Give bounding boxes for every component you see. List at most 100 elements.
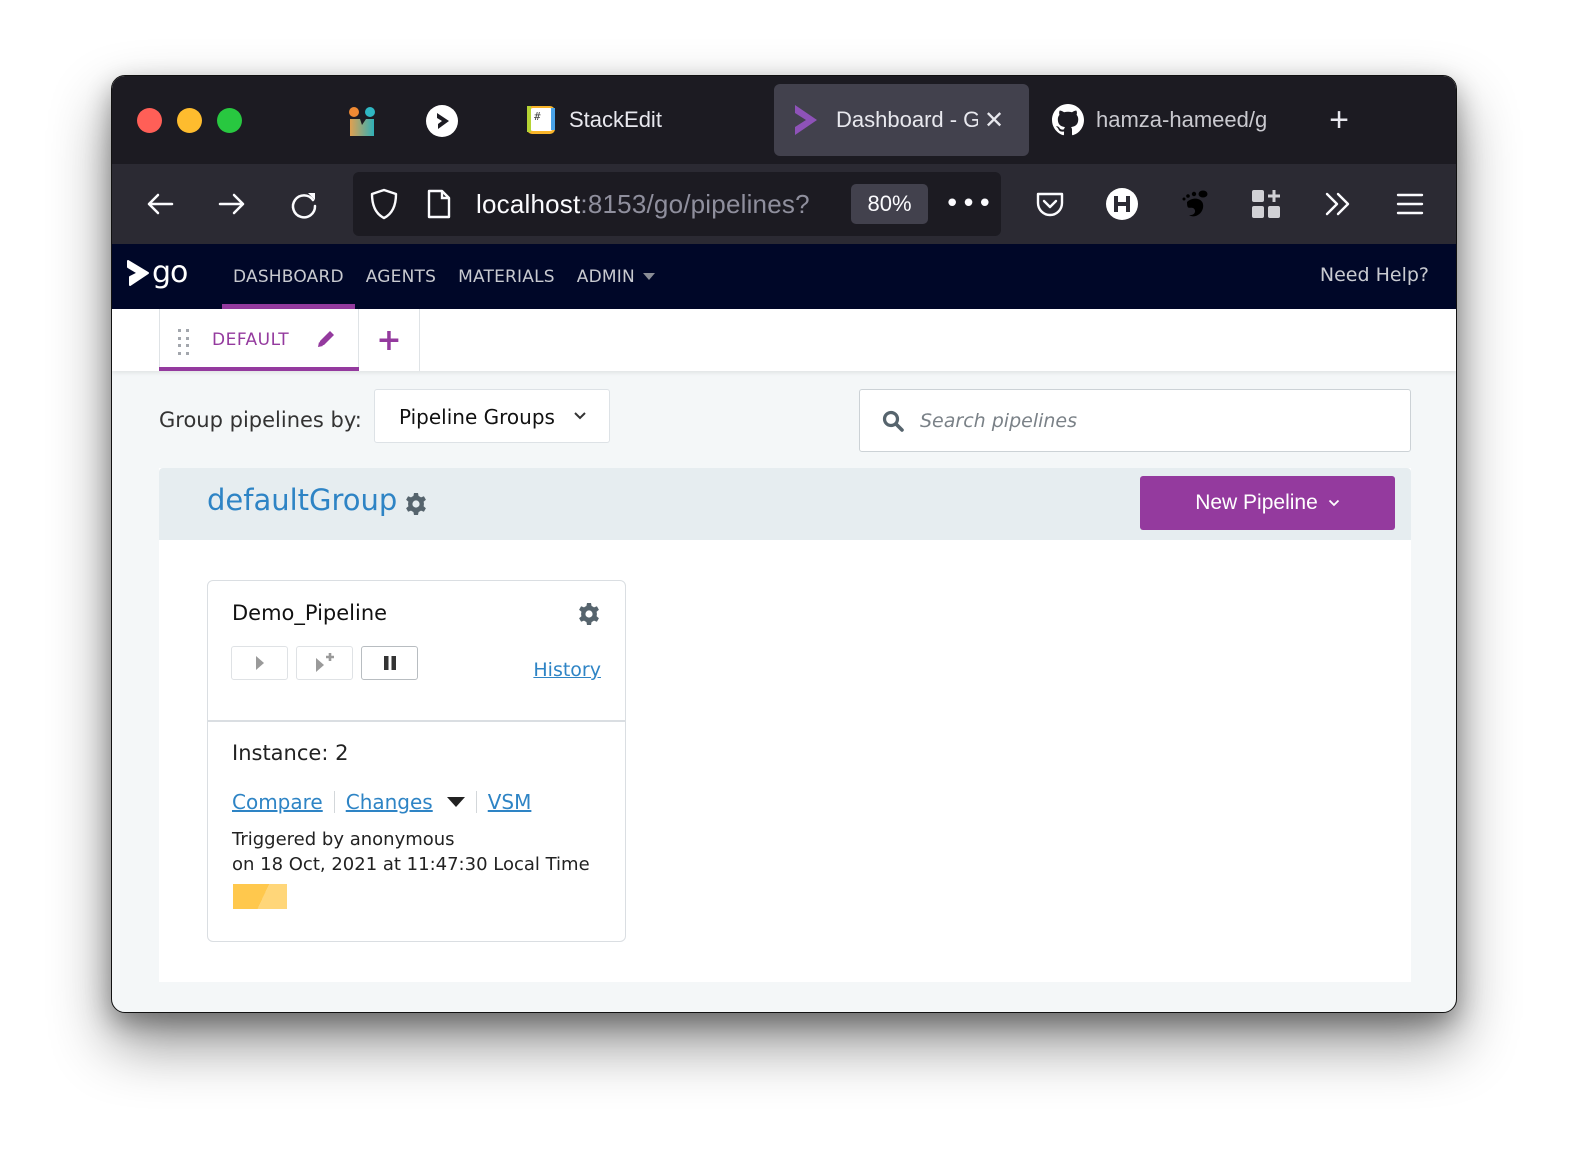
instance-label: Instance: 2 — [232, 741, 349, 765]
nav-label: DASHBOARD — [233, 266, 344, 287]
tab-label: Dashboard - G — [836, 107, 978, 132]
maximize-window-button[interactable] — [217, 108, 242, 133]
tab-label: StackEdit — [569, 107, 662, 132]
need-help-link[interactable]: Need Help? — [1320, 264, 1429, 286]
gear-icon[interactable] — [577, 602, 601, 626]
reload-button[interactable] — [286, 186, 322, 222]
honey-h-icon — [1106, 188, 1138, 220]
caret-down-icon — [642, 273, 655, 280]
zoom-level-badge[interactable]: 80% — [851, 184, 928, 224]
add-tab-button[interactable]: + — [359, 309, 420, 371]
main-nav: DASHBOARD AGENTS MATERIALS ADMIN — [222, 244, 666, 309]
gocd-logo[interactable]: go — [126, 258, 188, 288]
chevron-down-icon — [574, 412, 586, 420]
pipeline-card-header: Demo_Pipeline History — [208, 581, 625, 722]
trigger-with-options-button[interactable] — [296, 646, 353, 680]
triggered-on: on 18 Oct, 2021 at 11:47:30 Local Time — [232, 854, 590, 875]
gnome-foot-icon — [1182, 190, 1208, 217]
tab-strip: # StackEdit Dashboard - G ✕ hamza-hameed… — [112, 76, 1456, 164]
nav-label: ADMIN — [576, 266, 635, 287]
pause-button[interactable] — [361, 646, 418, 680]
search-pipelines — [859, 389, 1411, 452]
arrow-left-icon — [147, 193, 174, 215]
stage-status-bar[interactable] — [233, 884, 287, 909]
nav-label: AGENTS — [365, 266, 437, 287]
group-name-link[interactable]: defaultGroup — [207, 483, 397, 517]
menu-icon — [1396, 193, 1424, 215]
history-link[interactable]: History — [533, 659, 601, 681]
play-icon — [255, 656, 264, 670]
tab-github[interactable]: hamza-hameed/g — [1052, 84, 1282, 156]
pipeline-card: Demo_Pipeline History Instance: 2 Compar… — [207, 580, 626, 942]
drag-handle-icon[interactable] — [178, 329, 190, 355]
page-icon[interactable] — [426, 188, 452, 220]
group-header: defaultGroup New Pipeline — [159, 468, 1411, 540]
pipeline-group: defaultGroup New Pipeline Demo_Pipeline — [159, 468, 1411, 982]
vsm-link[interactable]: VSM — [488, 790, 532, 814]
page-actions-icon[interactable]: ••• — [945, 184, 993, 224]
pipeline-name: Demo_Pipeline — [232, 601, 388, 625]
github-icon — [1052, 104, 1084, 136]
app-menu-button[interactable] — [1392, 186, 1428, 222]
pocket-icon — [1036, 192, 1064, 217]
search-input[interactable] — [920, 400, 1390, 442]
browser-window: # StackEdit Dashboard - G ✕ hamza-hameed… — [111, 75, 1457, 1013]
url-text[interactable]: localhost:8153/go/pipelines? — [476, 189, 810, 220]
navigation-toolbar: localhost:8153/go/pipelines? 80% ••• — [112, 164, 1456, 244]
gnome-extension-button[interactable] — [1176, 186, 1212, 222]
divider — [475, 791, 477, 813]
plus-icon: + — [1329, 100, 1349, 139]
gocd-icon — [426, 105, 458, 137]
gear-icon[interactable] — [404, 492, 428, 516]
compare-link[interactable]: Compare — [232, 790, 323, 814]
trigger-button[interactable] — [231, 646, 288, 680]
nav-dashboard[interactable]: DASHBOARD — [222, 244, 355, 309]
play-plus-icon — [315, 653, 334, 672]
nav-agents[interactable]: AGENTS — [355, 244, 447, 309]
new-pipeline-button[interactable]: New Pipeline — [1140, 476, 1395, 530]
stackedit-icon: # — [527, 106, 555, 134]
close-tab-icon[interactable]: ✕ — [984, 106, 1004, 135]
shield-icon[interactable] — [369, 188, 399, 220]
minimize-window-button[interactable] — [177, 108, 202, 133]
triggered-by: Triggered by anonymous — [232, 829, 455, 850]
divider — [333, 791, 335, 813]
nav-admin[interactable]: ADMIN — [566, 244, 666, 309]
new-tab-button[interactable]: + — [1319, 84, 1359, 156]
search-icon — [882, 410, 904, 432]
pinned-tab-gocd[interactable] — [425, 104, 459, 138]
tab-label: hamza-hameed/g — [1096, 107, 1268, 132]
extensions-icon — [1252, 190, 1280, 218]
tab-stackedit[interactable]: # StackEdit — [520, 84, 760, 156]
tab-dashboard[interactable]: Dashboard - G ✕ — [774, 84, 1029, 156]
tab-label: DEFAULT — [212, 330, 290, 350]
pause-icon — [383, 656, 396, 670]
plus-icon: + — [376, 322, 402, 358]
extensions-button[interactable] — [1248, 186, 1284, 222]
back-button[interactable] — [142, 186, 178, 222]
pocket-button[interactable] — [1032, 186, 1068, 222]
trigger-info: Triggered by anonymous on 18 Oct, 2021 a… — [232, 827, 590, 877]
reload-icon — [291, 193, 317, 219]
nav-materials[interactable]: MATERIALS — [447, 244, 566, 309]
forward-button[interactable] — [214, 186, 250, 222]
button-label: New Pipeline — [1195, 491, 1318, 514]
caret-down-icon[interactable] — [446, 797, 465, 807]
overflow-icon — [1325, 192, 1350, 216]
close-window-button[interactable] — [137, 108, 162, 133]
gocd-icon — [795, 105, 817, 135]
app-logo-icon — [349, 107, 375, 136]
honey-extension-button[interactable] — [1104, 186, 1140, 222]
changes-link[interactable]: Changes — [346, 790, 433, 814]
group-by-select[interactable]: Pipeline Groups — [374, 389, 610, 443]
app-header: go DASHBOARD AGENTS MATERIALS ADMIN Need… — [112, 244, 1456, 309]
pinned-tab-app[interactable] — [345, 104, 379, 138]
group-by-label: Group pipelines by: — [159, 408, 362, 432]
url-bar[interactable]: localhost:8153/go/pipelines? 80% ••• — [353, 172, 1001, 236]
svg-text:#: # — [534, 110, 541, 123]
nav-label: MATERIALS — [458, 266, 555, 287]
arrow-right-icon — [218, 193, 245, 215]
dashboard-tab-default[interactable]: DEFAULT — [159, 309, 359, 371]
overflow-menu-button[interactable] — [1320, 186, 1356, 222]
pencil-icon[interactable] — [315, 328, 337, 350]
